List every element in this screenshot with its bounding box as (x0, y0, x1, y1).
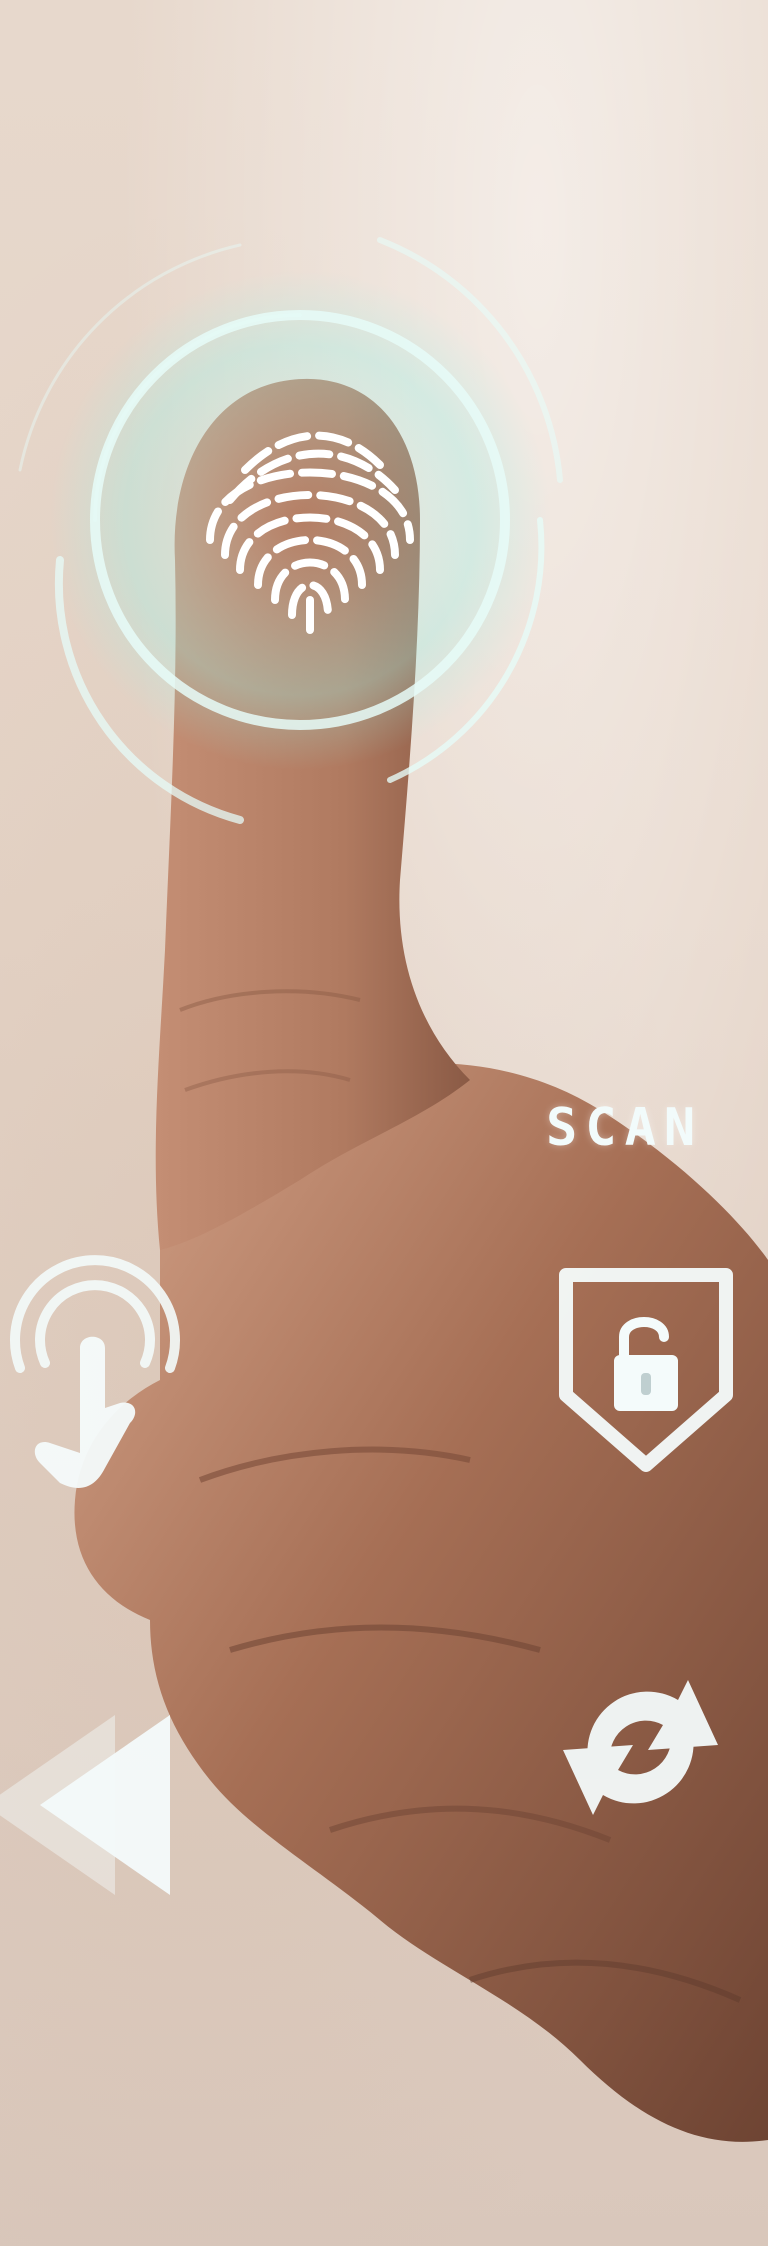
refresh-icon[interactable] (548, 1650, 733, 1845)
rewind-icon[interactable] (0, 1700, 190, 1900)
scan-label: SCAN (546, 1098, 704, 1158)
lock-shield-icon[interactable] (546, 1255, 746, 1485)
tap-icon[interactable] (0, 1238, 190, 1508)
app-screen: SCAN (0, 0, 768, 2246)
fingerprint-icon[interactable] (170, 380, 450, 680)
